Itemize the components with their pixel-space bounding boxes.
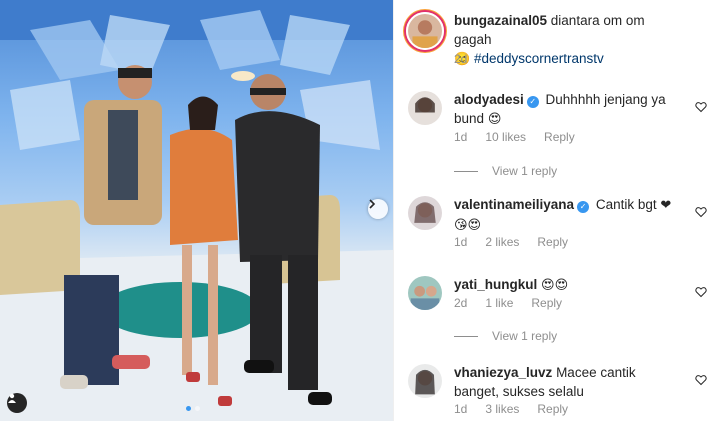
avatar[interactable] [406,362,444,400]
caption-meta: 2d [454,52,467,66]
carousel-dot [186,406,191,411]
comment-text: valentinameiliyana ✓ Cantik bgt ❤😘😍 [454,195,684,235]
avatar-image [408,14,442,48]
avatar-image [408,276,442,310]
comment-meta: 1d 2 likes Reply [454,235,568,249]
comment-meta: 1d 3 likes Reply [454,402,568,416]
avatar[interactable] [406,89,444,127]
reply-button[interactable]: Reply [537,402,568,416]
reply-button[interactable]: Reply [544,130,575,144]
post-photo[interactable] [0,0,393,421]
comment-username[interactable]: vhaniezya_luvz [454,365,552,380]
verified-badge-icon: ✓ [577,201,590,213]
view-replies-label: View 1 reply [492,329,558,343]
comment-emoji: 😍😍 [541,278,569,293]
comment-text: vhaniezya_luvz Macee cantik banget, suks… [454,363,684,401]
view-replies-label: View 1 reply [492,164,558,178]
chevron-right-icon [369,199,376,209]
heart-outline-icon[interactable] [695,286,707,298]
comments-panel: bungazainal05 diantara om om gagah 🙂 #de… [393,0,720,421]
caption-time: 2d [454,52,468,66]
comment-time: 2d [454,296,468,310]
heart-outline-icon[interactable] [695,101,707,113]
caption-username[interactable]: bungazainal05 [454,13,547,28]
comment-username[interactable]: valentinameiliyana [454,197,574,212]
avatar-image [408,364,442,398]
avatar-image [408,91,442,125]
comment-likes[interactable]: 2 likes [485,235,519,249]
comment-emoji: 😍 [487,112,502,127]
carousel-dot [195,406,200,411]
comment-likes[interactable]: 10 likes [485,130,526,144]
avatar[interactable] [406,194,444,232]
avatar-image [408,196,442,230]
comment-time: 1d [454,402,468,416]
user-tag-icon [8,393,16,403]
heart-outline-icon[interactable] [695,374,707,386]
reply-button[interactable]: Reply [531,296,562,310]
verified-badge-icon: ✓ [526,96,539,108]
carousel-indicator [186,406,200,411]
comment-meta: 1d 10 likes Reply [454,130,575,144]
comment-message: Cantik bgt [595,197,657,212]
comment-text: alodyadesi ✓ Duhhhhh jenjang ya bund 😍 [454,90,684,129]
divider-line [454,170,478,172]
comment-likes[interactable]: 3 likes [485,402,519,416]
comment-meta: 2d 1 like Reply [454,296,562,310]
user-tag-button[interactable] [7,393,27,413]
comment-username[interactable]: alodyadesi [454,92,524,107]
avatar[interactable] [406,12,444,50]
comment-likes[interactable]: 1 like [485,296,513,310]
comment-text: yati_hungkul 😍😍 [454,275,684,295]
comment-time: 1d [454,235,468,249]
caption-text: bungazainal05 diantara om om gagah 🙂 #de… [454,11,684,69]
studio-scene-image [0,0,393,421]
divider-line [454,335,478,337]
comment-username[interactable]: yati_hungkul [454,277,537,292]
comment-time: 1d [454,130,468,144]
view-replies-button[interactable]: View 1 reply [454,329,557,343]
reply-button[interactable]: Reply [537,235,568,249]
heart-outline-icon[interactable] [695,206,707,218]
carousel-next-button[interactable] [368,199,388,219]
avatar[interactable] [406,274,444,312]
caption-hashtag[interactable]: #deddyscornertranstv [474,51,604,66]
view-replies-button[interactable]: View 1 reply [454,164,557,178]
